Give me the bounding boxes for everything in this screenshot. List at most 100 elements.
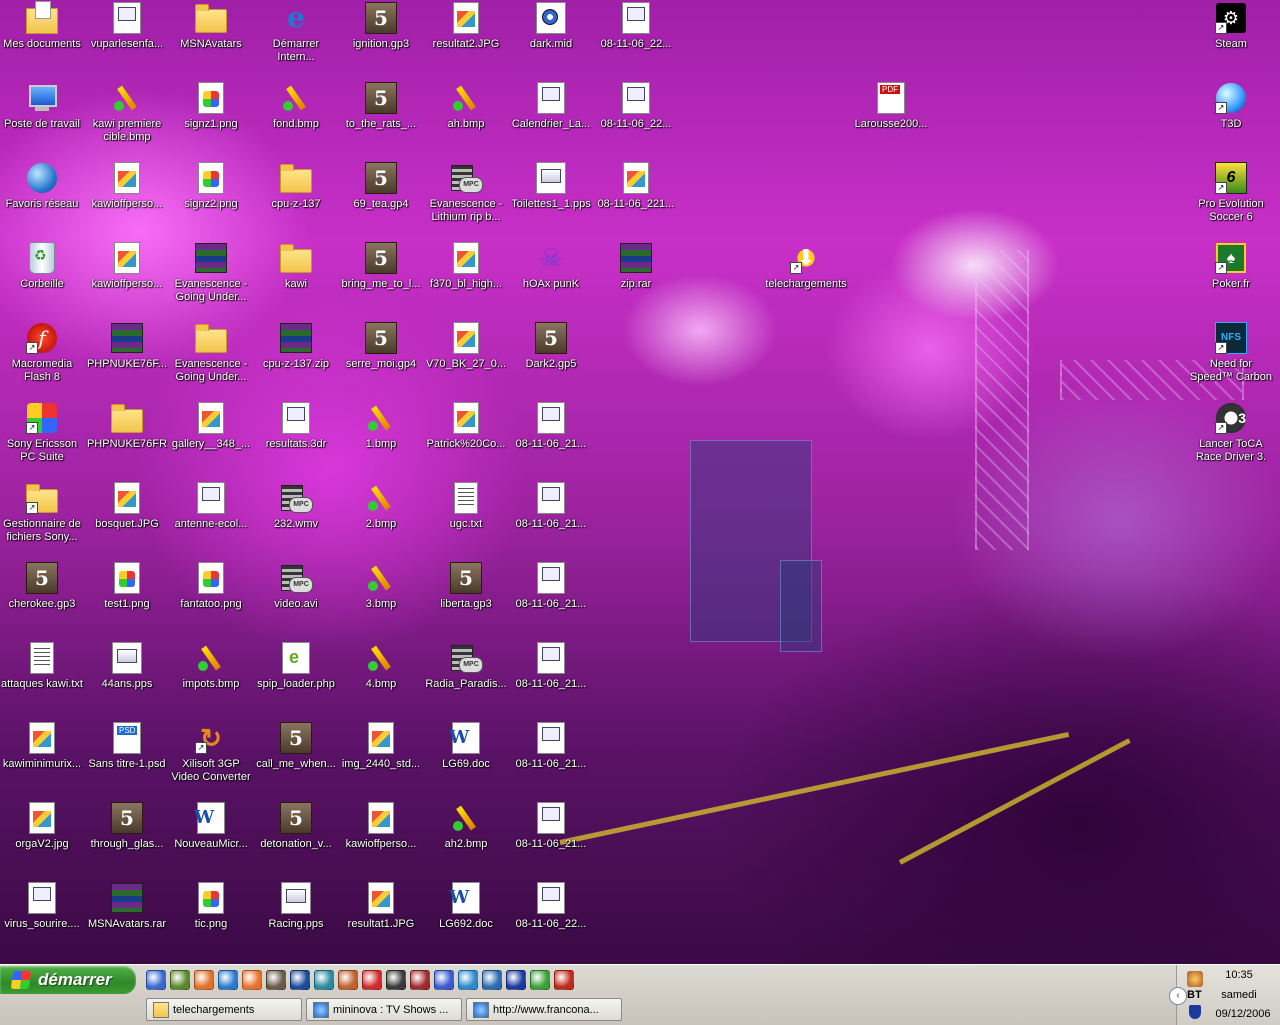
- desktop-icon[interactable]: Evanescence - Going Under...: [169, 322, 253, 384]
- desktop-icon[interactable]: 232.wmv: [254, 482, 338, 531]
- media-player-icon[interactable]: [290, 970, 310, 990]
- desktop-icon[interactable]: 5 bring_me_to_l...: [339, 242, 423, 291]
- desktop-icon[interactable]: NouveauMicr...: [169, 802, 253, 851]
- internet-explorer-icon[interactable]: [218, 970, 238, 990]
- winamp-icon[interactable]: [170, 970, 190, 990]
- desktop-icon[interactable]: Radia_Paradis...: [424, 642, 508, 691]
- desktop-icon[interactable]: dark.mid: [509, 2, 593, 51]
- desktop-icon[interactable]: impots.bmp: [169, 642, 253, 691]
- desktop-icon[interactable]: ↗ Gestionnaire de fichiers Sony...: [0, 482, 84, 544]
- desktop-icon[interactable]: 5 ignition.gp3: [339, 2, 423, 51]
- desktop-icon[interactable]: Sans titre-1.psd: [85, 722, 169, 771]
- taskbar-button[interactable]: http://www.franconа...: [466, 998, 622, 1021]
- desktop-icon[interactable]: Racing.pps: [254, 882, 338, 931]
- desktop-icon[interactable]: PHPNUKE76FR: [85, 402, 169, 451]
- desktop-icon[interactable]: 4.bmp: [339, 642, 423, 691]
- desktop-icon[interactable]: 5 detonation_v...: [254, 802, 338, 851]
- network-icon[interactable]: [434, 970, 454, 990]
- desktop-icon[interactable]: LG692.doc: [424, 882, 508, 931]
- nero-icon[interactable]: [410, 970, 430, 990]
- desktop-icon[interactable]: ↻ ↗ Xilisoft 3GP Video Converter: [169, 722, 253, 784]
- desktop-icon[interactable]: MSNAvatars.rar: [85, 882, 169, 931]
- language-indicator[interactable]: BT: [1187, 989, 1202, 1001]
- taskbar-button[interactable]: telechargements: [146, 998, 302, 1021]
- desktop-icon[interactable]: 5 to_the_rats_...: [339, 82, 423, 131]
- desktop-icon[interactable]: f370_bl_high...: [424, 242, 508, 291]
- show-hidden-icons-button[interactable]: ‹: [1169, 987, 1187, 1005]
- desktop-icon[interactable]: 5 through_glas...: [85, 802, 169, 851]
- desktop-icon[interactable]: 08-11-06_21...: [509, 642, 593, 691]
- show-desktop-icon[interactable]: [146, 970, 166, 990]
- desktop-icon[interactable]: fantatoo.png: [169, 562, 253, 611]
- desktop-icon[interactable]: 08-11-06_22...: [594, 82, 678, 131]
- desktop-icon[interactable]: Corbeille: [0, 242, 84, 291]
- desktop-icon[interactable]: NFS ↗ Need for Speed™ Carbon: [1189, 322, 1273, 384]
- taskbar-button[interactable]: mininova : TV Shows ...: [306, 998, 462, 1021]
- desktop-icon[interactable]: ⬇ ↗ telechargements: [764, 242, 848, 291]
- desktop-icon[interactable]: ah.bmp: [424, 82, 508, 131]
- desktop-icon[interactable]: resultat1.JPG: [339, 882, 423, 931]
- desktop-icon[interactable]: 44ans.pps: [85, 642, 169, 691]
- desktop-icon[interactable]: ah2.bmp: [424, 802, 508, 851]
- desktop-icon[interactable]: antenne-ecol...: [169, 482, 253, 531]
- desktop-icon[interactable]: ↗ T3D: [1189, 82, 1273, 131]
- desktop-icon[interactable]: LG69.doc: [424, 722, 508, 771]
- desktop-icon[interactable]: test1.png: [85, 562, 169, 611]
- messenger-icon[interactable]: [242, 970, 262, 990]
- desktop-icon[interactable]: 6 ↗ Pro Evolution Soccer 6: [1189, 162, 1273, 224]
- msn-icon[interactable]: [530, 970, 550, 990]
- desktop-icon[interactable]: ☠ hOAx punK: [509, 242, 593, 291]
- desktop-icon[interactable]: 3.bmp: [339, 562, 423, 611]
- desktop-icon[interactable]: Favoris réseau: [0, 162, 84, 211]
- clock-time[interactable]: 10:35: [1211, 969, 1267, 981]
- desktop-icon[interactable]: img_2440_std...: [339, 722, 423, 771]
- desktop-icon[interactable]: 08-11-06_21...: [509, 802, 593, 851]
- desktop-icon[interactable]: 5 69_tea.gp4: [339, 162, 423, 211]
- desktop-icon[interactable]: ugc.txt: [424, 482, 508, 531]
- desktop[interactable]: Mes documents Poste de travail Favoris rés…: [0, 0, 1280, 964]
- search-icon[interactable]: [482, 970, 502, 990]
- desktop-icon[interactable]: vuparlesenfa...: [85, 2, 169, 51]
- desktop-icon[interactable]: 5 liberta.gp3: [424, 562, 508, 611]
- desktop-icon[interactable]: 1.bmp: [339, 402, 423, 451]
- desktop-icon[interactable]: orgaV2.jpg: [0, 802, 84, 851]
- desktop-icon[interactable]: 2.bmp: [339, 482, 423, 531]
- desktop-icon[interactable]: 08-11-06_21...: [509, 722, 593, 771]
- desktop-icon[interactable]: kawiminimurix...: [0, 722, 84, 771]
- desktop-icon[interactable]: 5 call_me_when...: [254, 722, 338, 771]
- desktop-icon[interactable]: Mes documents: [0, 1, 84, 51]
- desktop-icon[interactable]: signz2.png: [169, 162, 253, 211]
- desktop-icon[interactable]: 08-11-06_22...: [594, 2, 678, 51]
- security-shield-icon[interactable]: [1189, 1005, 1201, 1019]
- desktop-icon[interactable]: kawioffperso...: [339, 802, 423, 851]
- filezilla-icon[interactable]: [554, 970, 574, 990]
- desktop-icon[interactable]: MSNAvatars: [169, 2, 253, 51]
- desktop-icon[interactable]: 08-11-06_221...: [594, 162, 678, 211]
- desktop-icon[interactable]: Toilettes1_1.pps: [509, 162, 593, 211]
- desktop-icon[interactable]: Patrick%20Co...: [424, 402, 508, 451]
- desktop-icon[interactable]: 5 Dark2.gp5: [509, 322, 593, 371]
- desktop-icon[interactable]: resultat2.JPG: [424, 2, 508, 51]
- desktop-icon[interactable]: 08-11-06_21...: [509, 402, 593, 451]
- emule-icon[interactable]: [458, 970, 478, 990]
- desktop-icon[interactable]: Evanescence - Lithium rip b...: [424, 162, 508, 224]
- xilisoft-icon[interactable]: [338, 970, 358, 990]
- desktop-icon[interactable]: kawi: [254, 242, 338, 291]
- desktop-icon[interactable]: Poste de travail: [0, 82, 84, 131]
- desktop-icon[interactable]: e Démarrer Intern...: [254, 2, 338, 64]
- desktop-icon[interactable]: bosquet.JPG: [85, 482, 169, 531]
- desktop-icon[interactable]: fond.bmp: [254, 82, 338, 131]
- desktop-icon[interactable]: spip_loader.php: [254, 642, 338, 691]
- desktop-icon[interactable]: 3 ↗ Lancer ToCA Race Driver 3.: [1189, 402, 1273, 464]
- desktop-icon[interactable]: attaques kawi.txt: [0, 642, 84, 691]
- desktop-icon[interactable]: kawioffperso...: [85, 242, 169, 291]
- desktop-icon[interactable]: Calendrier_La...: [509, 82, 593, 131]
- desktop-icon[interactable]: 5 serre_moi.gp4: [339, 322, 423, 371]
- desktop-icon[interactable]: kawioffperso...: [85, 162, 169, 211]
- desktop-icon[interactable]: video.avi: [254, 562, 338, 611]
- desktop-icon[interactable]: 08-11-06_22...: [509, 882, 593, 931]
- guitar-pro-icon[interactable]: [266, 970, 286, 990]
- desktop-icon[interactable]: f ↗ Macromedia Flash 8: [0, 322, 84, 384]
- steam-icon[interactable]: [506, 970, 526, 990]
- desktop-icon[interactable]: signz1.png: [169, 82, 253, 131]
